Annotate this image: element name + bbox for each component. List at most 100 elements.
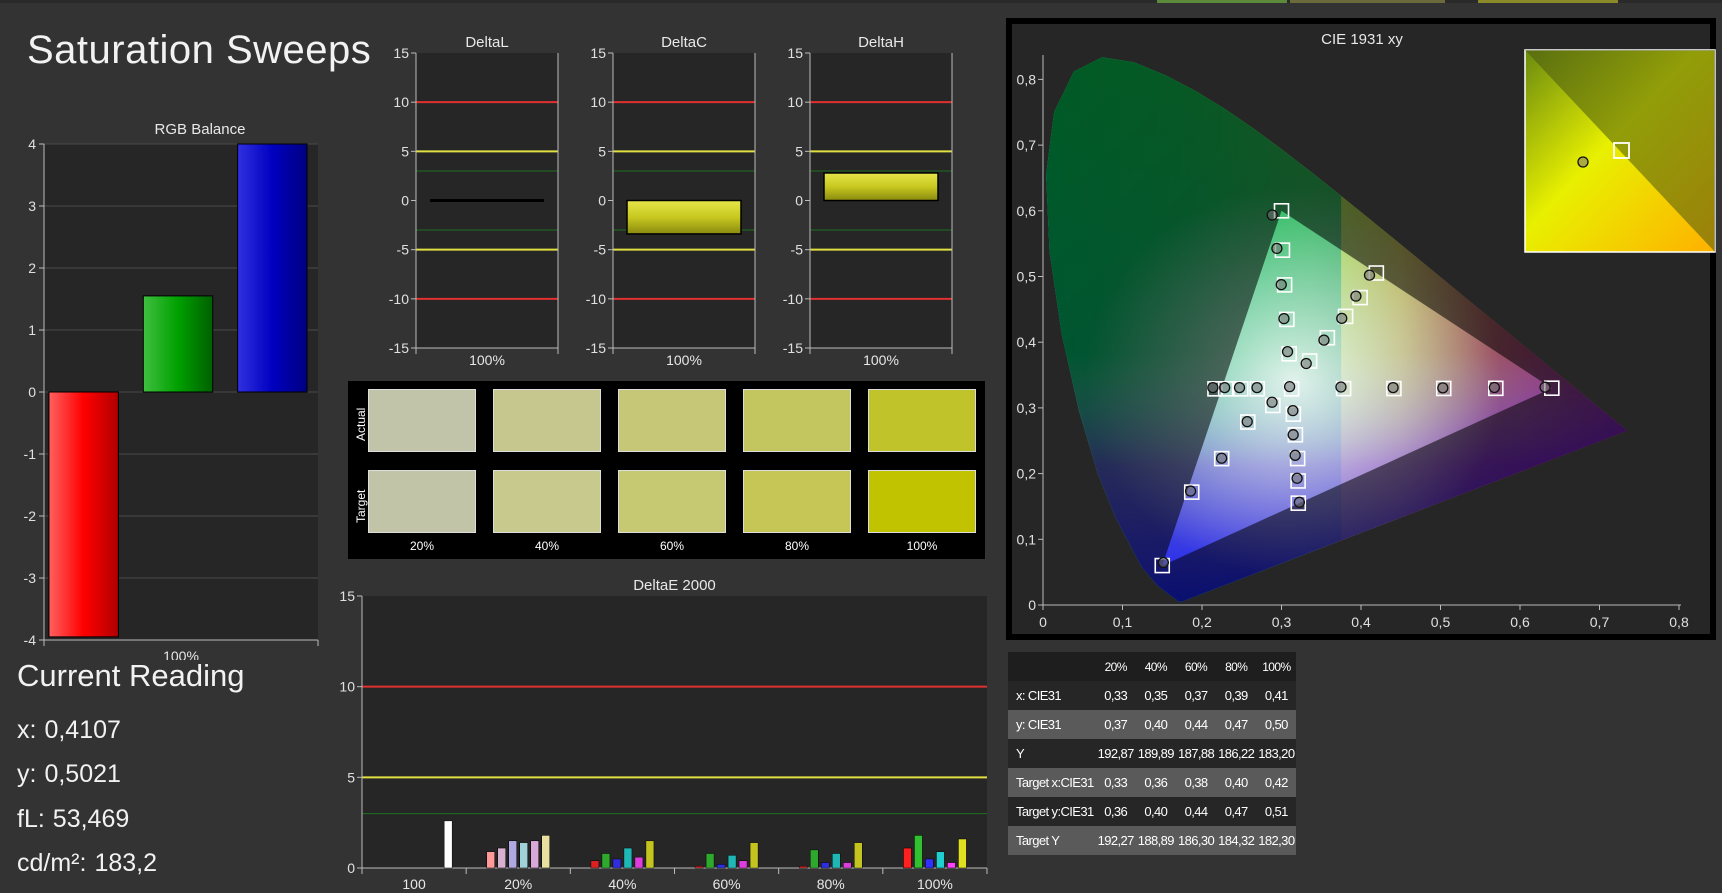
- measured-marker: [1283, 380, 1296, 393]
- table-row: Target y:CIE31 0,36 0,40 0,44 0,47 0,51: [1008, 797, 1297, 826]
- deltae-bar: [821, 862, 830, 869]
- measured-marker: [1318, 334, 1330, 346]
- reading-line: fL: 53,469: [17, 805, 129, 834]
- measured-marker: [1336, 312, 1348, 325]
- table-row: Y 192,87 189,89 187,88 186,22 183,20: [1008, 739, 1297, 768]
- measured-marker: [1300, 357, 1312, 370]
- measured-marker: [1184, 485, 1197, 497]
- table-cell: 184,32: [1218, 833, 1255, 848]
- measured-marker: [1287, 405, 1299, 417]
- table-cell: 0,51: [1264, 804, 1289, 819]
- cie-y-tick-label: 0,3: [1017, 400, 1037, 416]
- measured-marker: [1275, 278, 1287, 291]
- deltae-bar: [623, 847, 633, 869]
- reading-value: 183,2: [94, 849, 158, 877]
- measured-marker: [1387, 381, 1399, 394]
- deltae-bar: [497, 847, 506, 869]
- table-cell: 182,30: [1258, 833, 1295, 848]
- table-cell: 0,37: [1184, 688, 1209, 703]
- cie-y-tick-label: 0,8: [1017, 71, 1037, 87]
- table-cell: 0,33: [1104, 775, 1128, 790]
- deltae-tick-label: 10: [339, 679, 355, 695]
- table-cell: 192,27: [1097, 833, 1135, 848]
- reading-label: y:: [17, 760, 37, 788]
- table-row-label: Target Y: [1016, 833, 1060, 848]
- table-header-cell: 100%: [1262, 659, 1291, 674]
- measured-marker: [1293, 496, 1306, 508]
- deltae-bar: [645, 840, 655, 869]
- cie-y-tick-label: 0: [1028, 597, 1036, 613]
- measured-marker: [1219, 381, 1231, 394]
- current-reading-title: Current Reading: [17, 658, 245, 693]
- cie-x-tick-label: 0,7: [1590, 614, 1610, 630]
- measured-marker: [1281, 346, 1294, 358]
- table-cell: 0,42: [1264, 775, 1289, 790]
- reading-line: cd/m²: 183,2: [17, 849, 157, 878]
- deltae-bar: [958, 838, 967, 869]
- deltae-bar: [601, 853, 611, 869]
- table-cell: 0,36: [1144, 775, 1168, 790]
- deltae-bar: [810, 849, 819, 869]
- measured-marker: [1271, 242, 1283, 255]
- deltae-bar: [914, 835, 923, 869]
- cie-x-tick-label: 0,3: [1272, 614, 1292, 630]
- measured-marker: [1157, 556, 1170, 569]
- deltae-bar: [530, 840, 539, 869]
- table-cell: 189,89: [1137, 746, 1175, 761]
- measured-marker: [1266, 209, 1278, 221]
- reading-line: x: 0,4107: [17, 716, 121, 745]
- table-cell: 0,41: [1264, 688, 1289, 703]
- deltae-bar: [947, 862, 956, 869]
- deltae-bar: [541, 835, 550, 869]
- table-cell: 0,40: [1144, 804, 1168, 819]
- table-row-label: x: CIE31: [1016, 688, 1062, 703]
- deltae-group-label: 100%: [917, 876, 953, 892]
- readings-table: 20% 40% 60% 80% 100% x: CIE31 0,33 0,35 0,3…: [1008, 652, 1297, 855]
- deltae-tick-label: 0: [347, 860, 355, 876]
- table-header-cell: 40%: [1144, 659, 1168, 674]
- table-cell: 0,47: [1224, 717, 1249, 732]
- measured-marker: [1287, 429, 1299, 441]
- table-cell: 0,37: [1104, 717, 1128, 732]
- deltae-group-label: 40%: [608, 876, 636, 892]
- deltae-bar: [854, 842, 863, 869]
- measured-marker: [1335, 381, 1347, 393]
- reading-value: 53,469: [52, 805, 130, 833]
- deltae-bar: [519, 842, 528, 869]
- table-cell: 0,40: [1144, 717, 1168, 732]
- table-cell: 0,40: [1224, 775, 1249, 790]
- deltae-bar: [590, 860, 600, 869]
- measured-marker: [1278, 312, 1290, 325]
- table-cell: 0,36: [1104, 804, 1128, 819]
- cie-x-tick-label: 0,1: [1113, 614, 1133, 630]
- measured-marker: [1488, 381, 1501, 394]
- table-row: Target x:CIE31 0,33 0,36 0,38 0,40 0,42: [1008, 768, 1297, 797]
- deltae-bar: [749, 842, 759, 869]
- cie-title: CIE 1931 xy: [1321, 31, 1403, 48]
- table-cell: 0,35: [1144, 688, 1168, 703]
- table-header-cell: 20%: [1104, 659, 1128, 674]
- deltae-group-label: 100: [402, 876, 426, 892]
- deltae-bar: [443, 820, 453, 869]
- cie-y-tick-label: 0,4: [1017, 334, 1037, 350]
- deltae-bar: [508, 840, 517, 869]
- table-header-row: 20% 40% 60% 80% 100%: [1008, 652, 1297, 681]
- measured-marker: [1291, 472, 1303, 484]
- deltae-bar: [716, 864, 726, 869]
- cie-y-tick-label: 0,7: [1017, 137, 1037, 153]
- table-cell: 187,88: [1177, 746, 1215, 761]
- cie-y-tick-label: 0,1: [1017, 531, 1037, 547]
- table-cell: 0,39: [1224, 688, 1249, 703]
- reading-value: 0,5021: [44, 760, 121, 788]
- cie-y-tick-label: 0,6: [1017, 203, 1037, 219]
- measured-marker: [1266, 396, 1278, 408]
- reading-label: cd/m²:: [17, 849, 87, 877]
- deltae-bar: [832, 853, 841, 869]
- cie-x-tick-label: 0,8: [1669, 614, 1689, 630]
- table-row-label: Target y:CIE31: [1016, 804, 1094, 819]
- deltae-bar: [936, 851, 945, 869]
- deltae-bar: [727, 855, 737, 869]
- deltae-group-label: 60%: [713, 876, 741, 892]
- table-cell: 186,22: [1218, 746, 1255, 761]
- table-cell: 188,89: [1137, 833, 1175, 848]
